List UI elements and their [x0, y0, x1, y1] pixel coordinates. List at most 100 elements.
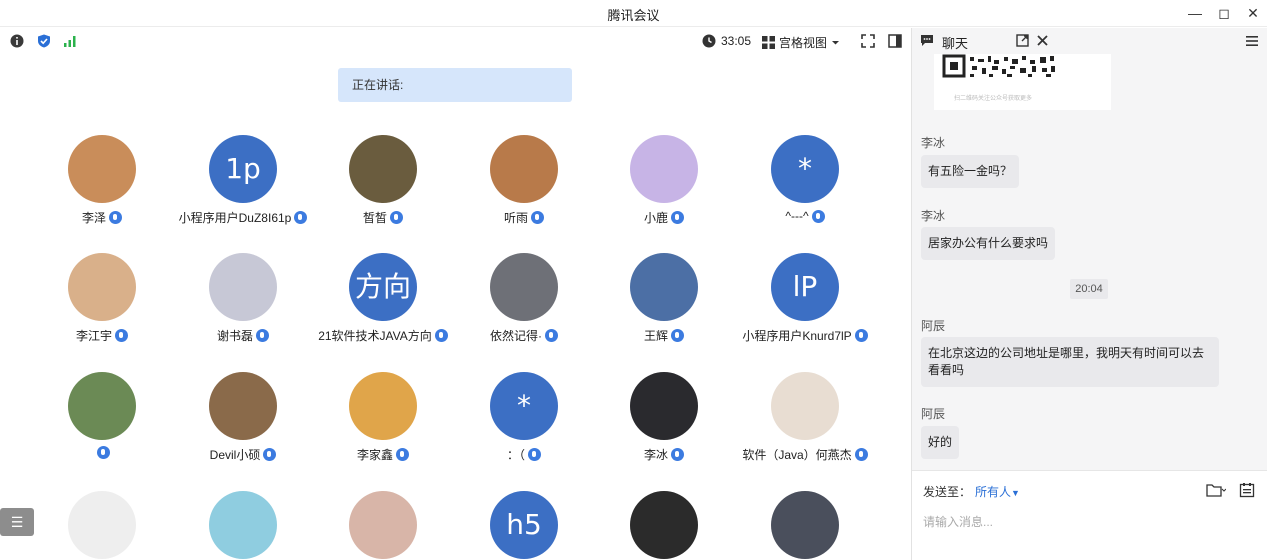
participant-tile[interactable]	[37, 491, 167, 559]
mic-status-icon	[854, 329, 868, 342]
participant-name: Devil小硕	[209, 448, 261, 462]
mic-status-icon	[263, 448, 277, 461]
participant-avatar	[630, 253, 698, 321]
minimize-button[interactable]: —	[1184, 3, 1206, 23]
participant-avatar	[630, 372, 698, 440]
mic-status-icon	[396, 448, 409, 461]
participant-avatar: 方向	[349, 253, 417, 321]
fullscreen-icon[interactable]	[861, 34, 875, 48]
message-sender: 李冰	[921, 136, 946, 150]
qr-code-image: 扫二维码关注公众号获取更多	[934, 54, 1111, 110]
security-shield-icon[interactable]	[37, 34, 51, 48]
send-to-selector[interactable]: 发送至： 所有人▼	[923, 483, 1020, 500]
participant-tile[interactable]: 皙皙	[318, 135, 448, 226]
participant-tile[interactable]: 依然记得·	[459, 253, 589, 344]
chat-bubble-icon	[921, 35, 933, 46]
meeting-toolbar: 33:05 宫格视图	[0, 28, 911, 55]
mic-status-icon	[115, 329, 128, 342]
info-icon[interactable]	[10, 34, 24, 48]
participant-tile[interactable]: 1p 小程序用户DuZ8I61p	[178, 135, 308, 226]
participant-list-toggle[interactable]: ☰	[0, 508, 34, 536]
mic-status-icon	[811, 209, 825, 223]
participant-tile[interactable]: 王辉	[599, 253, 729, 344]
participant-name: 李江宇	[75, 329, 112, 343]
participant-name-row: 李泽	[37, 209, 167, 226]
mic-status-icon	[671, 448, 684, 461]
participant-avatar	[68, 135, 136, 203]
chat-header: 聊天	[912, 28, 1267, 54]
participant-tile[interactable]: 小鹿	[599, 135, 729, 226]
participant-name: ：（	[506, 448, 525, 462]
participant-name-row: ：（	[459, 446, 589, 463]
participant-tile[interactable]: 李冰	[599, 372, 729, 463]
participant-tile[interactable]	[599, 491, 729, 559]
participant-name-row: 小程序用户DuZ8I61p	[178, 209, 308, 226]
participant-tile[interactable]: 李家鑫	[318, 372, 448, 463]
participant-tile[interactable]: 谢书磊	[178, 253, 308, 344]
participant-tile[interactable]: h5	[459, 491, 589, 559]
participant-name: 皙皙	[362, 211, 387, 225]
participant-avatar	[349, 372, 417, 440]
chat-title: 聊天	[942, 36, 969, 51]
signal-icon[interactable]	[63, 34, 77, 48]
participant-name: 依然记得·	[490, 329, 542, 343]
grid-view-icon	[762, 36, 775, 49]
caret-down-icon: ▼	[1011, 488, 1020, 498]
participant-avatar: *	[771, 135, 839, 203]
participant-avatar: lP	[771, 253, 839, 321]
participant-name-row: 依然记得·	[459, 327, 589, 344]
menu-icon[interactable]	[1245, 35, 1259, 47]
participant-tile[interactable]	[740, 491, 870, 559]
participant-avatar	[349, 491, 417, 559]
participant-tile[interactable]: lP 小程序用户Knurd7lP	[740, 253, 870, 344]
meeting-timer: 33:05	[702, 34, 751, 48]
view-selector[interactable]: 宫格视图	[762, 34, 840, 51]
mic-status-icon	[528, 448, 541, 461]
participant-tile[interactable]: * ^---^	[740, 135, 870, 223]
participant-tile[interactable]: 李江宇	[37, 253, 167, 344]
send-to-target[interactable]: 所有人	[975, 485, 1011, 499]
send-to-label: 发送至：	[923, 485, 972, 499]
participant-name: ^---^	[785, 209, 809, 223]
sidebar-layout-icon[interactable]	[888, 34, 902, 48]
participant-avatar	[68, 372, 136, 440]
participant-tile[interactable]	[318, 491, 448, 559]
participant-tile[interactable]: 方向 21软件技术JAVA方向	[318, 253, 448, 344]
participant-tile[interactable]: 听雨	[459, 135, 589, 226]
mic-status-icon	[434, 329, 448, 342]
close-button[interactable]: ✕	[1242, 3, 1264, 23]
message-bubble: 有五险一金吗？	[921, 155, 1020, 188]
participant-name-row: 皙皙	[318, 209, 448, 226]
speaking-indicator: 正在讲话:	[338, 68, 572, 102]
participant-name: 李冰	[643, 448, 668, 462]
pop-out-icon[interactable]	[1016, 34, 1029, 47]
participant-avatar	[771, 491, 839, 559]
participant-tile[interactable]: 李泽	[37, 135, 167, 226]
clock-icon	[702, 34, 716, 48]
message-bubble: 居家办公有什么要求吗	[921, 227, 1056, 260]
chat-settings-icon[interactable]	[1239, 482, 1255, 498]
participant-name-row: 小程序用户Knurd7lP	[740, 327, 870, 344]
close-chat-icon[interactable]	[1036, 34, 1049, 47]
window-title: 腾讯会议	[607, 8, 660, 23]
mic-status-icon	[109, 211, 122, 224]
message-sender: 阿辰	[921, 407, 946, 421]
participant-tile[interactable]	[178, 491, 308, 559]
mic-status-icon	[256, 329, 269, 342]
file-folder-icon[interactable]	[1206, 483, 1226, 498]
message-input[interactable]: 请输入消息...	[923, 513, 993, 530]
participant-tile[interactable]: 软件（Java）何燕杰	[740, 372, 870, 463]
maximize-button[interactable]: ◻	[1213, 3, 1235, 23]
participant-tile[interactable]: * ：（	[459, 372, 589, 463]
mic-status-icon	[531, 211, 544, 224]
participant-tile[interactable]	[37, 372, 167, 459]
participant-name: 软件（Java）何燕杰	[742, 448, 852, 462]
participant-name: 小程序用户DuZ8I61p	[178, 211, 292, 225]
participant-name: 小鹿	[643, 211, 668, 225]
participant-name-row: 小鹿	[599, 209, 729, 226]
title-bar: 腾讯会议 — ◻ ✕	[0, 0, 1267, 27]
mic-status-icon	[854, 448, 868, 461]
message-bubble: 好的	[921, 426, 960, 459]
participant-tile[interactable]: Devil小硕	[178, 372, 308, 463]
message-timestamp: 20:04	[1070, 279, 1108, 299]
